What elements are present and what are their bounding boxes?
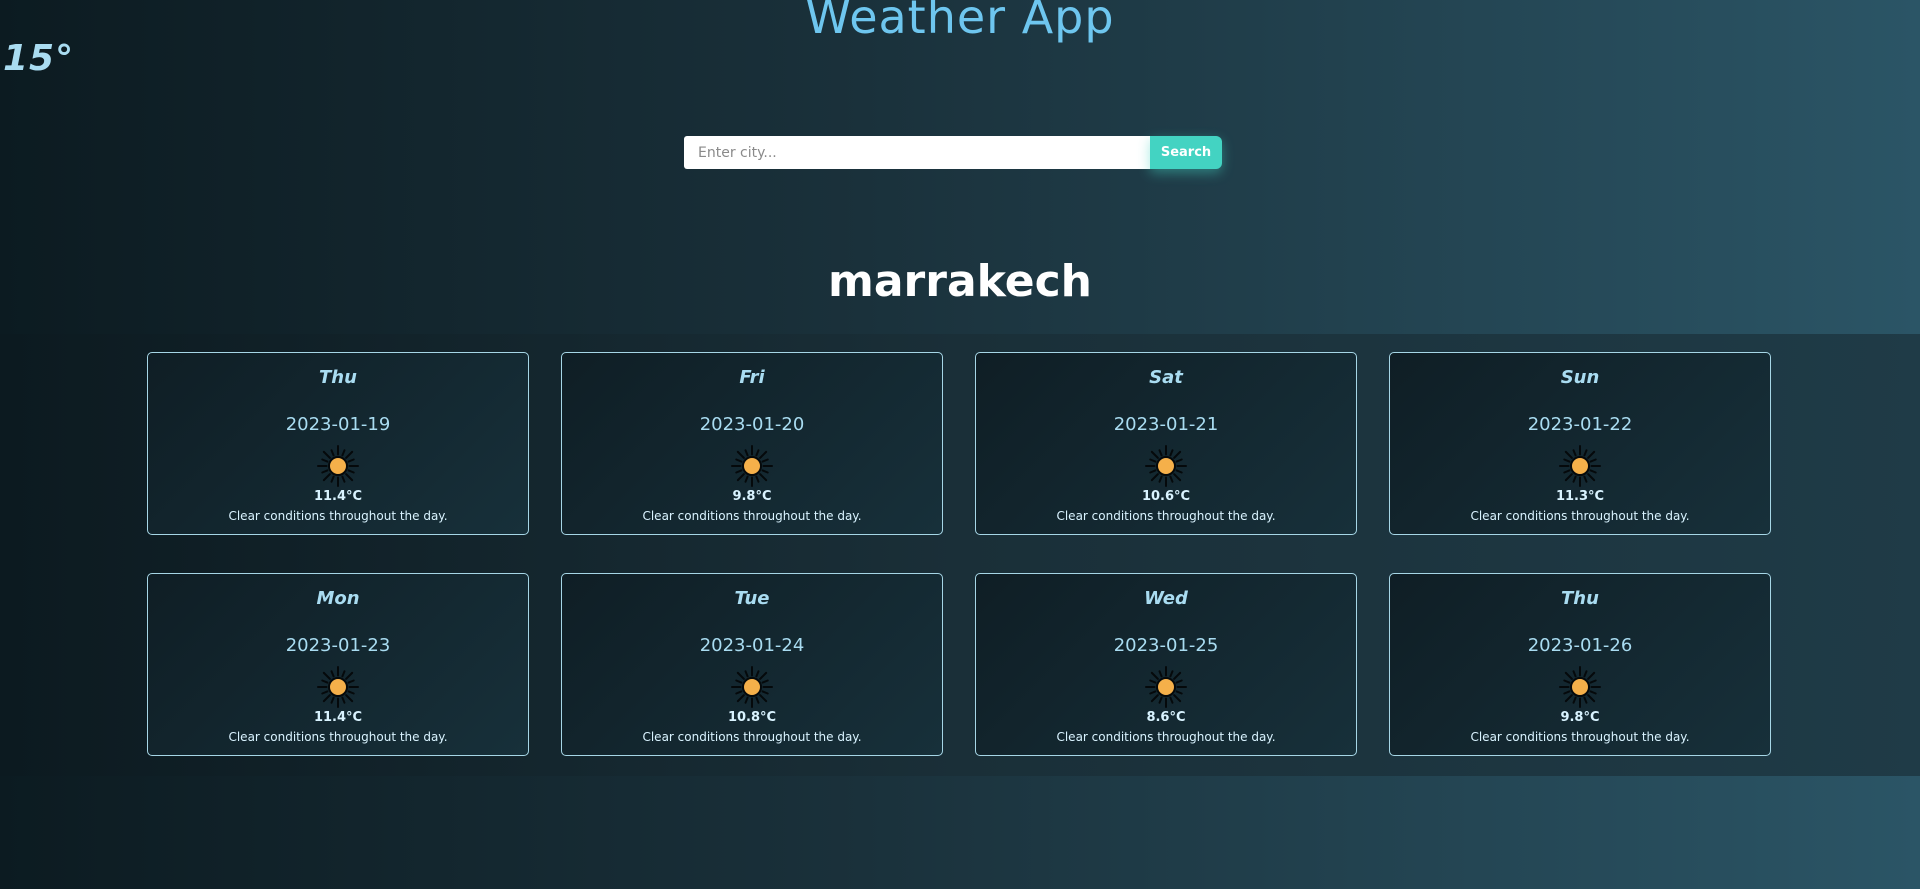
forecast-day: Wed: [1144, 588, 1188, 609]
forecast-description: Clear conditions throughout the day.: [228, 730, 448, 744]
app-title: Weather App: [805, 0, 1115, 44]
forecast-card: Wed 2023-01-25 8.6°C Clear conditions th…: [975, 573, 1357, 756]
forecast-day: Tue: [734, 588, 770, 609]
forecast-card: Thu 2023-01-19 11.4°C Clear conditions t…: [147, 352, 529, 535]
forecast-day: Sat: [1149, 367, 1183, 388]
forecast-card: Sun 2023-01-22 11.3°C Clear conditions t…: [1389, 352, 1771, 535]
forecast-date: 2023-01-21: [1113, 414, 1219, 435]
city-name: marrakech: [828, 256, 1092, 307]
forecast-card: Fri 2023-01-20 9.8°C Clear conditions th…: [561, 352, 943, 535]
forecast-day: Sun: [1560, 367, 1600, 388]
forecast-description: Clear conditions throughout the day.: [642, 509, 862, 523]
forecast-card: Tue 2023-01-24 10.8°C Clear conditions t…: [561, 573, 943, 756]
forecast-day: Mon: [316, 588, 360, 609]
sun-icon: [731, 445, 773, 487]
forecast-description: Clear conditions throughout the day.: [1056, 730, 1276, 744]
forecast-temperature: 10.6°C: [1141, 489, 1191, 504]
forecast-date: 2023-01-19: [285, 414, 391, 435]
sun-icon: [317, 666, 359, 708]
forecast-temperature: 8.6°C: [1146, 710, 1186, 725]
forecast-description: Clear conditions throughout the day.: [1056, 509, 1276, 523]
forecast-temperature: 10.8°C: [727, 710, 777, 725]
search-button[interactable]: Search: [1150, 136, 1222, 169]
forecast-day: Thu: [1561, 588, 1599, 609]
sun-icon: [1559, 666, 1601, 708]
forecast-date: 2023-01-25: [1113, 635, 1219, 656]
forecast-date: 2023-01-24: [699, 635, 805, 656]
sun-icon: [1559, 445, 1601, 487]
forecast-card: Thu 2023-01-26 9.8°C Clear conditions th…: [1389, 573, 1771, 756]
forecast-date: 2023-01-26: [1527, 635, 1633, 656]
sun-icon: [1145, 666, 1187, 708]
forecast-temperature: 11.4°C: [313, 489, 363, 504]
forecast-day: Fri: [739, 367, 765, 388]
search-bar: Search: [684, 136, 1222, 169]
current-temperature: 15°: [3, 38, 75, 79]
forecast-temperature: 9.8°C: [732, 489, 772, 504]
forecast-card: Sat 2023-01-21 10.6°C Clear conditions t…: [975, 352, 1357, 535]
forecast-temperature: 11.4°C: [313, 710, 363, 725]
forecast-panel: Thu 2023-01-19 11.4°C Clear conditions t…: [0, 334, 1920, 776]
forecast-temperature: 11.3°C: [1555, 489, 1605, 504]
city-search-input[interactable]: [684, 136, 1150, 169]
forecast-date: 2023-01-22: [1527, 414, 1633, 435]
forecast-card: Mon 2023-01-23 11.4°C Clear conditions t…: [147, 573, 529, 756]
sun-icon: [731, 666, 773, 708]
sun-icon: [317, 445, 359, 487]
sun-icon: [1145, 445, 1187, 487]
forecast-day: Thu: [319, 367, 357, 388]
forecast-description: Clear conditions throughout the day.: [642, 730, 862, 744]
forecast-description: Clear conditions throughout the day.: [1470, 509, 1690, 523]
forecast-description: Clear conditions throughout the day.: [1470, 730, 1690, 744]
forecast-temperature: 9.8°C: [1560, 710, 1600, 725]
forecast-description: Clear conditions throughout the day.: [228, 509, 448, 523]
forecast-date: 2023-01-23: [285, 635, 391, 656]
forecast-date: 2023-01-20: [699, 414, 805, 435]
